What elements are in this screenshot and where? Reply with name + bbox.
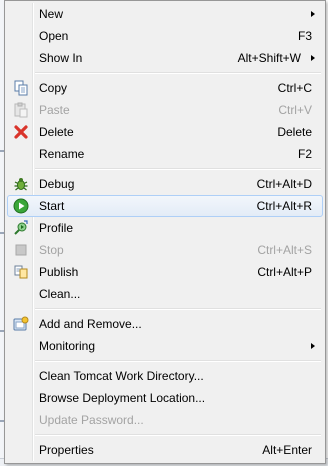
menu-item-delete[interactable]: Delete Delete bbox=[7, 121, 323, 143]
menu-item-copy[interactable]: Copy Ctrl+C bbox=[7, 77, 323, 99]
menu-item-open-label: Open bbox=[39, 29, 69, 43]
menu-item-new[interactable]: New bbox=[7, 3, 323, 25]
menu-item-add-and-remove[interactable]: Add and Remove... bbox=[7, 313, 323, 335]
menu-item-rename[interactable]: Rename F2 bbox=[7, 143, 323, 165]
menu-item-clean-tomcat-work-directory[interactable]: Clean Tomcat Work Directory... bbox=[7, 365, 323, 387]
menu-item-copy-shortcut: Ctrl+C bbox=[277, 81, 312, 95]
menu-item-show-in-label: Show In bbox=[39, 51, 83, 65]
menu-item-debug[interactable]: Debug Ctrl+Alt+D bbox=[7, 173, 323, 195]
debug-bug-icon bbox=[14, 178, 28, 191]
submenu-arrow-icon bbox=[311, 55, 315, 61]
submenu-arrow-icon bbox=[311, 343, 315, 349]
menu-item-browse-deployment-location[interactable]: Browse Deployment Location... bbox=[7, 387, 323, 409]
menu-item-rename-label: Rename bbox=[39, 147, 85, 161]
menu-item-start-shortcut: Ctrl+Alt+R bbox=[256, 199, 312, 213]
menu-item-properties-label: Properties bbox=[39, 443, 94, 457]
menu-item-paste-shortcut: Ctrl+V bbox=[278, 103, 312, 117]
menu-item-publish-shortcut: Ctrl+Alt+P bbox=[257, 265, 312, 279]
menu-item-rename-shortcut: F2 bbox=[297, 147, 312, 161]
menu-item-update-password[interactable]: Update Password... bbox=[7, 409, 323, 431]
menu-item-delete-shortcut: Delete bbox=[277, 125, 312, 139]
menu-item-show-in[interactable]: Show In Alt+Shift+W bbox=[7, 47, 323, 69]
delete-icon bbox=[14, 125, 28, 139]
menu-item-open-shortcut: F3 bbox=[297, 29, 312, 43]
menu-item-copy-label: Copy bbox=[39, 81, 68, 95]
menu-item-add-and-remove-label: Add and Remove... bbox=[39, 317, 142, 331]
menu-item-stop-shortcut: Ctrl+Alt+S bbox=[257, 243, 312, 257]
menu-item-debug-shortcut: Ctrl+Alt+D bbox=[256, 177, 312, 191]
menu-item-clean[interactable]: Clean... bbox=[7, 283, 323, 305]
menu-item-browse-deployment-label: Browse Deployment Location... bbox=[39, 391, 206, 405]
menu-item-update-password-label: Update Password... bbox=[39, 413, 144, 427]
paste-icon bbox=[14, 102, 28, 118]
menu-separator bbox=[35, 72, 321, 74]
menu-item-paste[interactable]: Paste Ctrl+V bbox=[7, 99, 323, 121]
copy-icon bbox=[14, 80, 28, 96]
menu-item-new-label: New bbox=[39, 7, 64, 21]
menu-item-clean-label: Clean... bbox=[39, 287, 81, 301]
run-play-icon bbox=[13, 198, 29, 214]
menu-separator bbox=[35, 168, 321, 170]
menu-item-open[interactable]: Open F3 bbox=[7, 25, 323, 47]
menu-item-monitoring-label: Monitoring bbox=[39, 339, 96, 353]
menu-item-publish[interactable]: Publish Ctrl+Alt+P bbox=[7, 261, 323, 283]
menu-item-properties[interactable]: Properties Alt+Enter bbox=[7, 439, 323, 461]
menu-item-properties-shortcut: Alt+Enter bbox=[262, 443, 312, 457]
menu-separator bbox=[35, 308, 321, 310]
menu-item-delete-label: Delete bbox=[39, 125, 74, 139]
menu-separator bbox=[35, 360, 321, 362]
menu-item-profile[interactable]: Profile bbox=[7, 217, 323, 239]
submenu-arrow-icon bbox=[311, 11, 315, 17]
menu-item-profile-label: Profile bbox=[39, 221, 74, 235]
profile-icon bbox=[14, 220, 28, 235]
menu-item-stop[interactable]: Stop Ctrl+Alt+S bbox=[7, 239, 323, 261]
menu-separator bbox=[35, 434, 321, 436]
menu-item-monitoring[interactable]: Monitoring bbox=[7, 335, 323, 357]
publish-icon bbox=[14, 265, 28, 279]
menu-item-start[interactable]: Start Ctrl+Alt+R bbox=[7, 195, 323, 217]
add-remove-icon bbox=[13, 316, 29, 331]
menu-item-debug-label: Debug bbox=[39, 177, 75, 191]
menu-item-start-label: Start bbox=[39, 199, 65, 213]
stop-icon bbox=[15, 244, 27, 256]
menu-item-clean-tomcat-label: Clean Tomcat Work Directory... bbox=[39, 369, 204, 383]
menu-item-stop-label: Stop bbox=[39, 243, 64, 257]
menu-item-publish-label: Publish bbox=[39, 265, 79, 279]
context-menu: New Open F3 Show In Alt+Shift+W Copy Ctr… bbox=[4, 0, 326, 464]
menu-item-paste-label: Paste bbox=[39, 103, 70, 117]
menu-item-show-in-shortcut: Alt+Shift+W bbox=[237, 51, 301, 65]
